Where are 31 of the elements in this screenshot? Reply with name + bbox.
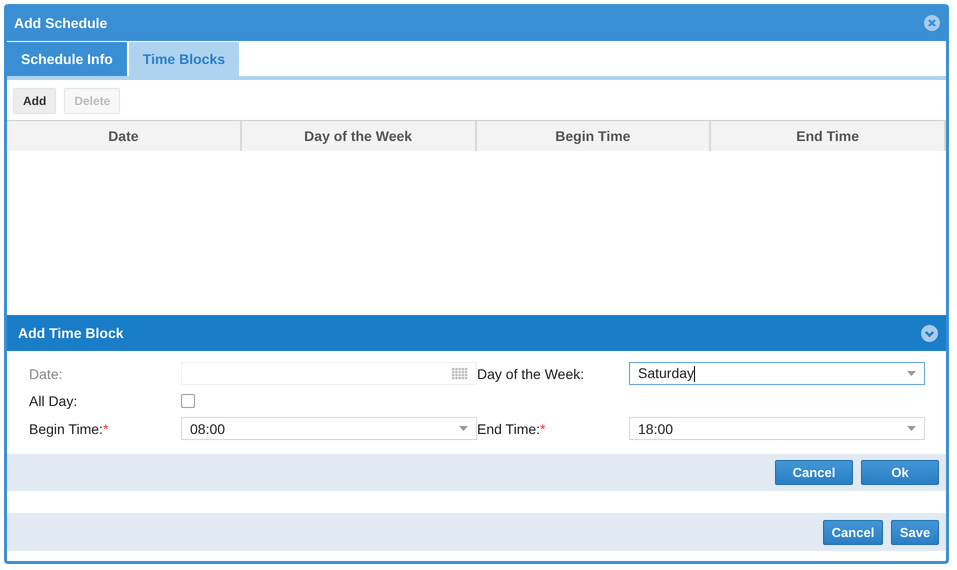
dropdown-arrow-icon: [459, 426, 468, 431]
add-button[interactable]: Add: [13, 88, 56, 114]
calendar-icon[interactable]: [452, 368, 468, 380]
column-header[interactable]: End Time: [711, 121, 946, 151]
field-label: End Time:*: [477, 420, 546, 436]
dropdown-field[interactable]: 18:00: [629, 417, 925, 440]
ok-button[interactable]: Ok: [861, 460, 939, 485]
panel-title: Add Time Block: [18, 325, 124, 341]
dropdown-arrow-icon: [907, 426, 916, 431]
field-label: All Day:: [29, 393, 78, 409]
date-field[interactable]: [181, 362, 477, 385]
close-icon[interactable]: [924, 14, 940, 30]
field-value: 18:00: [638, 420, 674, 436]
save-button[interactable]: Save: [891, 520, 939, 544]
field-value: 08:00: [190, 420, 226, 436]
window-title: Add Schedule: [14, 14, 108, 30]
dropdown-field[interactable]: 08:00: [181, 417, 477, 440]
field-label: Date:: [29, 366, 64, 382]
field-label: Begin Time:*: [29, 420, 110, 436]
cancel-button[interactable]: Cancel: [775, 460, 853, 485]
collapse-icon[interactable]: [921, 324, 938, 342]
cancel-button[interactable]: Cancel: [823, 520, 883, 544]
dropdown-field[interactable]: Saturday: [629, 362, 925, 385]
dropdown-arrow-icon: [907, 371, 916, 376]
field-label: Day of the Week:: [477, 366, 586, 382]
checkbox[interactable]: [181, 394, 195, 408]
column-header[interactable]: Begin Time: [476, 121, 712, 151]
column-header[interactable]: Date: [7, 121, 242, 151]
tab[interactable]: Schedule Info: [7, 42, 127, 76]
field-value: Saturday: [638, 364, 696, 382]
column-header[interactable]: Day of the Week: [242, 121, 476, 151]
